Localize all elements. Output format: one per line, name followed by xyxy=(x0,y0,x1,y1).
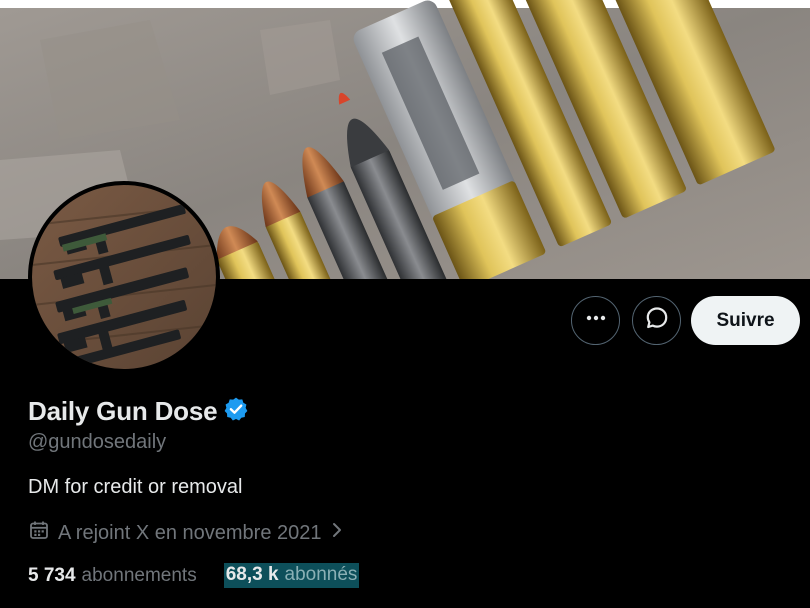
follow-button[interactable]: Suivre xyxy=(691,296,800,345)
following-label: abonnements xyxy=(81,564,197,586)
joined-text: A rejoint X en novembre 2021 xyxy=(58,521,322,544)
following-count: 5 734 xyxy=(28,564,76,586)
profile-bio: DM for credit or removal xyxy=(28,476,243,498)
verified-badge-icon[interactable] xyxy=(223,396,249,427)
ellipsis-icon xyxy=(585,307,607,334)
profile-handle: @gundosedaily xyxy=(28,431,167,453)
message-button[interactable] xyxy=(632,296,681,345)
chevron-right-icon[interactable] xyxy=(330,520,344,546)
more-options-button[interactable] xyxy=(571,296,620,345)
message-icon xyxy=(644,305,670,336)
following-link[interactable]: 5 734 abonnements xyxy=(28,565,197,587)
profile-name-row: Daily Gun Dose xyxy=(28,396,249,427)
joined-date: A rejoint X en novembre 2021 xyxy=(28,519,344,547)
profile-stats: 5 734 abonnements 68,3 k abonnés xyxy=(28,563,360,588)
calendar-icon xyxy=(28,519,50,547)
followers-label: abonnés xyxy=(284,564,358,585)
display-name: Daily Gun Dose xyxy=(28,396,218,426)
profile-avatar[interactable] xyxy=(28,181,220,373)
followers-count: 68,3 k xyxy=(225,564,279,585)
followers-link[interactable]: 68,3 k abonnés xyxy=(223,563,360,588)
